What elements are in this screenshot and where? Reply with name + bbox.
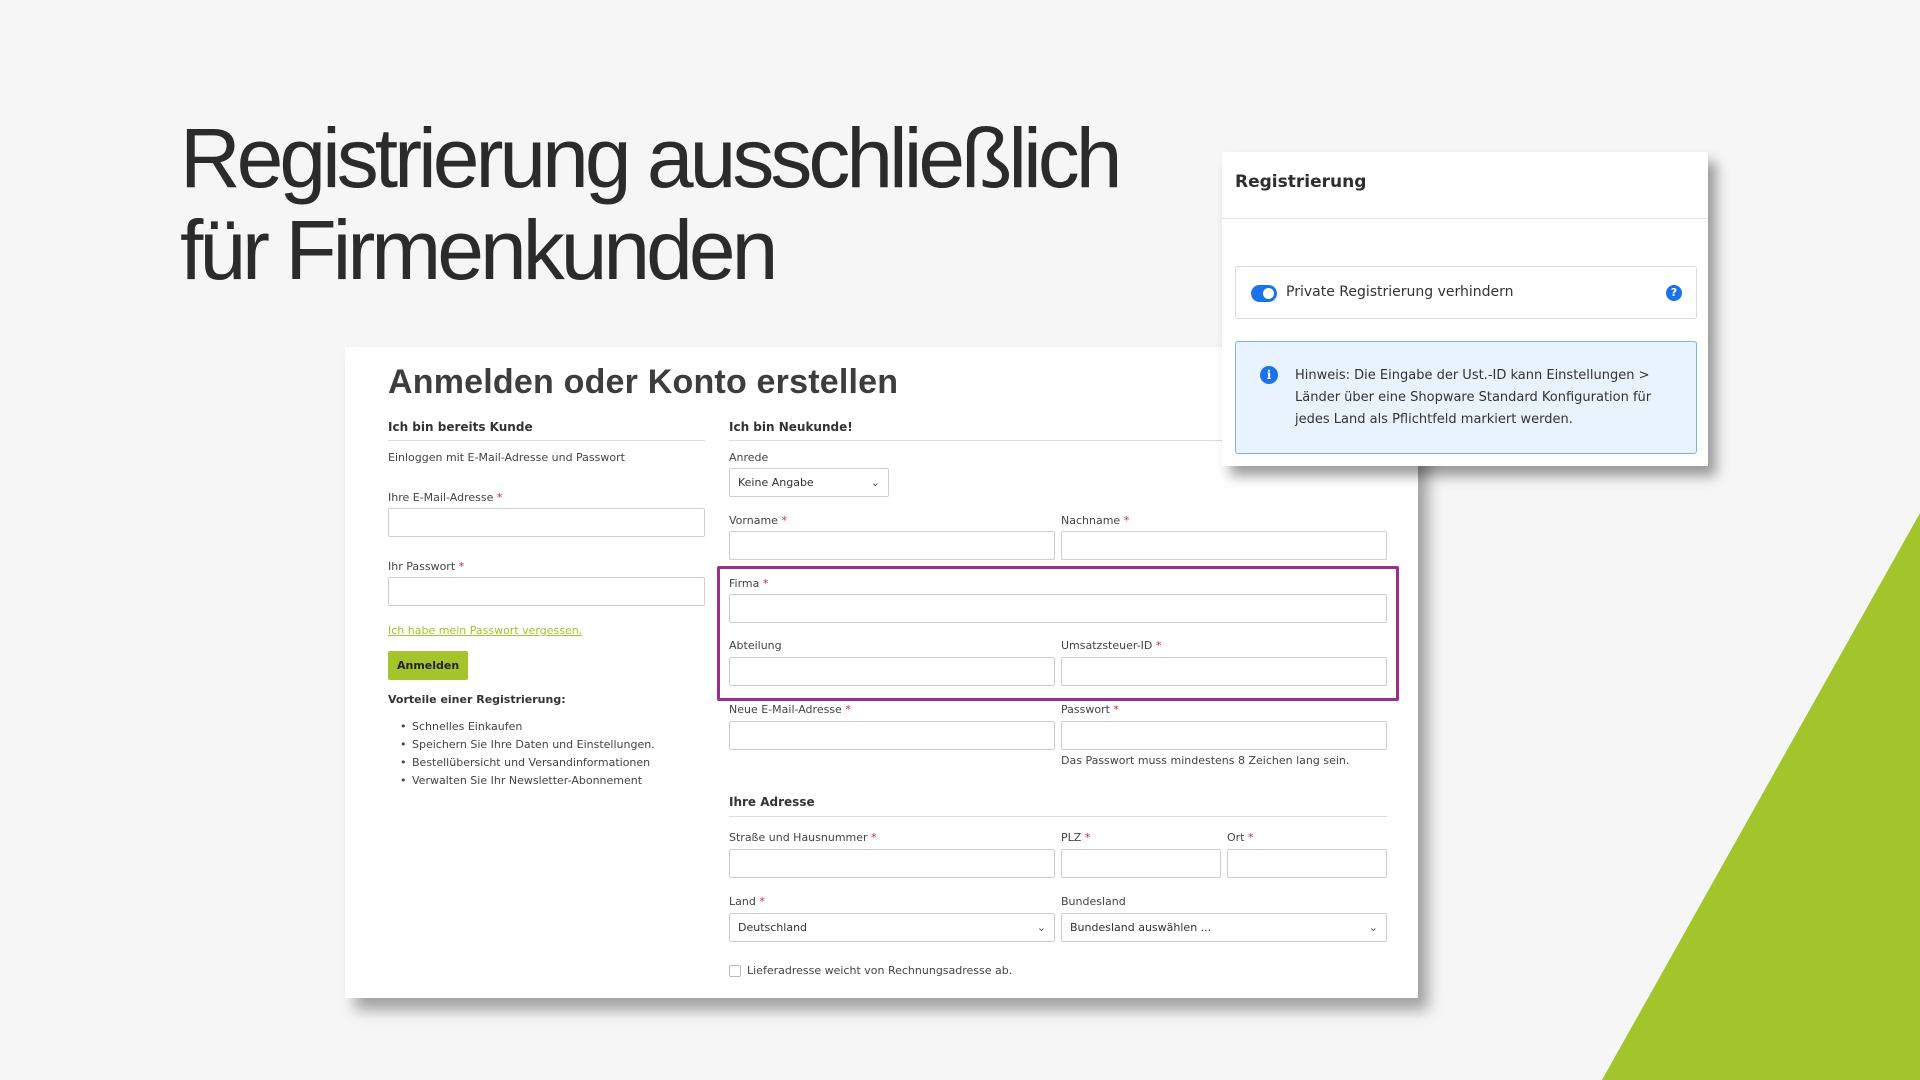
firstname-input[interactable]	[729, 531, 1055, 560]
state-select[interactable]: Bundesland auswählen ... ⌄	[1061, 913, 1387, 942]
login-email-label-text: Ihre E-Mail-Adresse	[388, 491, 494, 504]
new-email-label-text: Neue E-Mail-Adresse	[729, 703, 842, 716]
login-intro-text: Einloggen mit E-Mail-Adresse und Passwor…	[388, 451, 625, 464]
page-heading: Anmelden oder Konto erstellen	[388, 363, 899, 401]
required-mark: *	[496, 491, 503, 504]
street-label: Straße und Hausnummer *	[729, 831, 877, 844]
login-password-label-text: Ihr Passwort	[388, 560, 456, 573]
help-icon[interactable]: ?	[1666, 285, 1682, 301]
benefits-title: Vorteile einer Registrierung:	[388, 693, 566, 706]
new-password-label-text: Passwort	[1061, 703, 1110, 716]
register-section-title: Ich bin Neukunde!	[729, 420, 853, 434]
firstname-label-text: Vorname	[729, 514, 778, 527]
company-label: Firma *	[729, 577, 768, 590]
private-registration-setting: Private Registrierung verhindern ?	[1235, 266, 1697, 319]
address-section-divider	[729, 816, 1387, 817]
lastname-label-text: Nachname	[1061, 514, 1121, 527]
required-mark: *	[1248, 831, 1254, 844]
department-label: Abteilung	[729, 639, 782, 652]
benefit-item: Schnelles Einkaufen	[398, 718, 655, 736]
required-mark: *	[871, 831, 877, 844]
different-shipping-checkbox[interactable]	[729, 965, 741, 977]
admin-registration-card: Registrierung Private Registrierung verh…	[1222, 152, 1708, 466]
benefit-item: Verwalten Sie Ihr Newsletter-Abonnement	[398, 772, 655, 790]
login-button[interactable]: Anmelden	[388, 651, 469, 680]
city-label-text: Ort	[1227, 831, 1245, 844]
required-mark: *	[1155, 639, 1162, 652]
address-section-title: Ihre Adresse	[729, 795, 815, 809]
admin-card-divider	[1222, 218, 1708, 219]
lastname-input[interactable]	[1061, 531, 1387, 560]
required-mark: *	[1113, 703, 1119, 716]
country-label-text: Land	[729, 895, 756, 908]
info-icon: i	[1260, 366, 1278, 384]
forgot-password-link[interactable]: Ich habe mein Passwort vergessen.	[388, 624, 582, 637]
different-shipping-label[interactable]: Lieferadresse weicht von Rechnungsadress…	[747, 964, 1012, 977]
login-section-divider	[388, 440, 705, 441]
benefit-item: Speichern Sie Ihre Daten und Einstellung…	[398, 736, 655, 754]
zip-label: PLZ *	[1061, 831, 1090, 844]
state-value: Bundesland auswählen ...	[1070, 921, 1212, 934]
login-email-label: Ihre E-Mail-Adresse *	[388, 491, 502, 504]
city-input[interactable]	[1227, 849, 1387, 878]
lastname-label: Nachname *	[1061, 514, 1129, 527]
zip-input[interactable]	[1061, 849, 1221, 878]
new-email-label: Neue E-Mail-Adresse *	[729, 703, 851, 716]
required-mark: *	[1123, 514, 1130, 527]
private-registration-toggle[interactable]	[1251, 285, 1277, 302]
new-email-input[interactable]	[729, 721, 1055, 750]
zip-label-text: PLZ	[1061, 831, 1082, 844]
admin-card-title: Registrierung	[1235, 172, 1367, 192]
required-mark: *	[1084, 831, 1091, 844]
vat-id-input[interactable]	[1061, 657, 1387, 686]
salutation-select[interactable]: Keine Angabe ⌄	[729, 468, 889, 497]
city-label: Ort *	[1227, 831, 1254, 844]
vat-id-label-text: Umsatzsteuer-ID	[1061, 639, 1153, 652]
benefits-list: Schnelles Einkaufen Speichern Sie Ihre D…	[398, 718, 655, 790]
chevron-down-icon: ⌄	[1368, 921, 1378, 934]
company-label-text: Firma	[729, 577, 760, 590]
slide-title: Registrierung ausschließlich für Firmenk…	[180, 111, 1122, 297]
required-mark: *	[781, 514, 787, 527]
required-mark: *	[759, 895, 765, 908]
chevron-down-icon: ⌄	[870, 476, 880, 489]
vat-id-label: Umsatzsteuer-ID *	[1061, 639, 1161, 652]
new-password-input[interactable]	[1061, 721, 1387, 750]
department-input[interactable]	[729, 657, 1055, 686]
login-email-input[interactable]	[388, 508, 705, 537]
country-select[interactable]: Deutschland ⌄	[729, 913, 1055, 942]
required-mark: *	[762, 577, 769, 590]
state-label: Bundesland	[1061, 895, 1126, 908]
info-alert: i Hinweis: Die Eingabe der Ust.-ID kann …	[1235, 341, 1697, 454]
salutation-label: Anrede	[729, 451, 769, 464]
slide-title-line-2: für Firmenkunden	[180, 203, 778, 297]
firstname-label: Vorname *	[729, 514, 787, 527]
street-input[interactable]	[729, 849, 1055, 878]
private-registration-toggle-label: Private Registrierung verhindern	[1286, 284, 1514, 300]
password-hint: Das Passwort muss mindestens 8 Zeichen l…	[1061, 754, 1350, 767]
slide-title-line-1: Registrierung ausschließlich	[180, 111, 1122, 205]
login-password-input[interactable]	[388, 577, 705, 606]
login-password-label: Ihr Passwort *	[388, 560, 464, 573]
register-section-divider	[729, 440, 1231, 441]
benefit-item: Bestellübersicht und Versandinformatione…	[398, 754, 655, 772]
info-alert-text: Hinweis: Die Eingabe der Ust.-ID kann Ei…	[1295, 368, 1652, 427]
required-mark: *	[845, 703, 851, 716]
company-input[interactable]	[729, 594, 1387, 623]
country-value: Deutschland	[738, 921, 808, 934]
new-password-label: Passwort *	[1061, 703, 1119, 716]
chevron-down-icon: ⌄	[1036, 921, 1046, 934]
country-label: Land *	[729, 895, 765, 908]
street-label-text: Straße und Hausnummer	[729, 831, 868, 844]
required-mark: *	[458, 560, 465, 573]
login-section-title: Ich bin bereits Kunde	[388, 420, 533, 434]
salutation-value: Keine Angabe	[738, 476, 814, 489]
